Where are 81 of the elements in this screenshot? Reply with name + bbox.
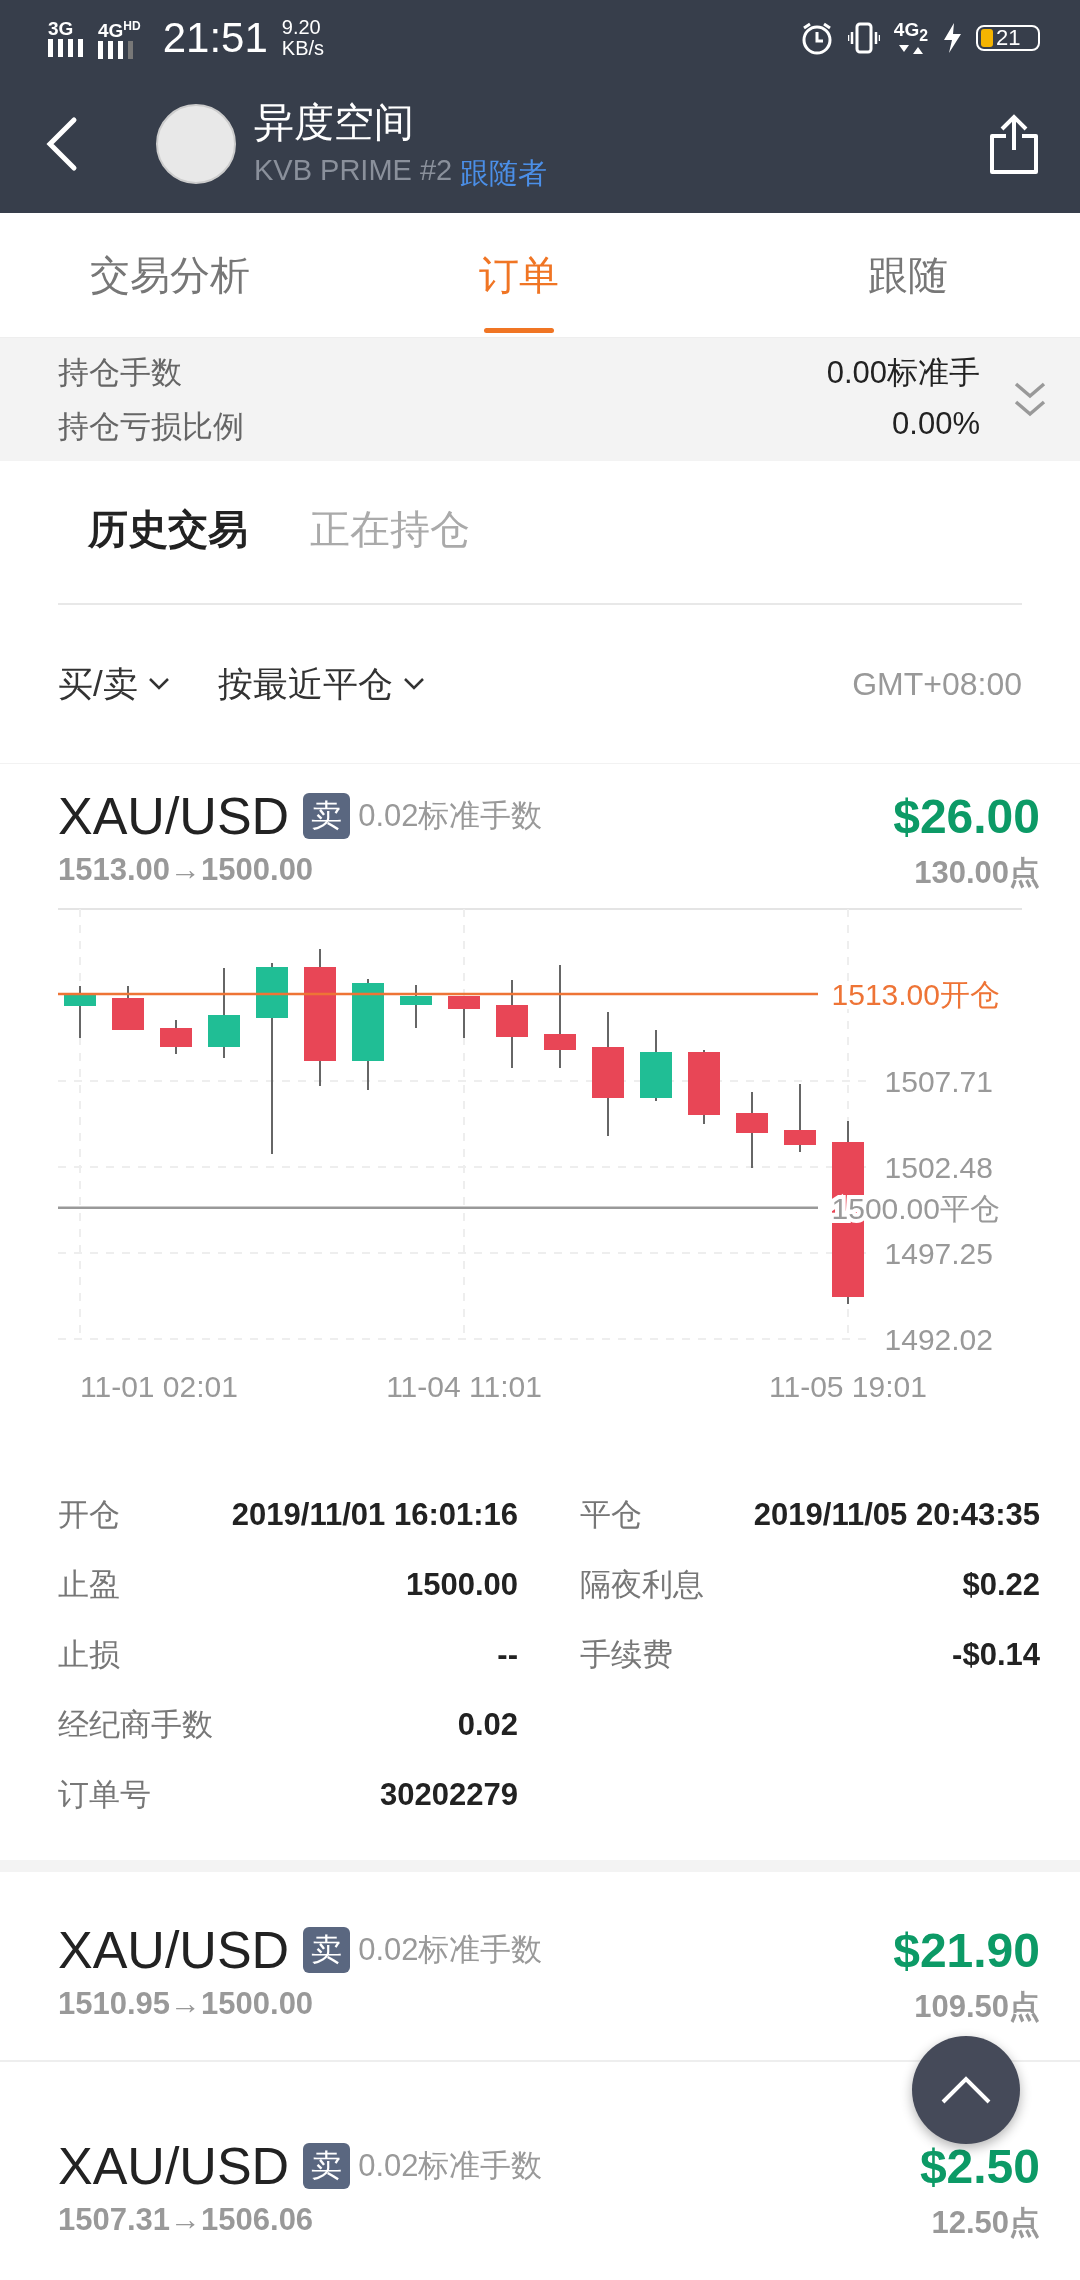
candlestick <box>160 1019 192 1055</box>
symbol: XAU/USD <box>58 2136 290 2196</box>
summary-value: 0.00标准手 <box>826 353 980 392</box>
detail-value: 0.02 <box>457 1706 518 1744</box>
candlestick <box>784 1083 816 1153</box>
network-type: 3G <box>48 18 74 39</box>
detail-label: 隔夜利息 <box>580 1566 704 1604</box>
detail-value: 2019/11/01 16:01:16 <box>231 1496 518 1534</box>
tab[interactable]: 订单 <box>376 213 662 337</box>
reference-label: 1513.00开仓 <box>831 978 1000 1011</box>
detail-value: 1500.00 <box>405 1566 518 1604</box>
points-value: 12.50点 <box>931 2204 1040 2242</box>
points-value: 109.50点 <box>914 1988 1040 2026</box>
tab[interactable]: 跟随 <box>662 213 1080 337</box>
speed-unit: KB/s <box>281 37 325 59</box>
axis-label: 1507.71 <box>884 1065 993 1098</box>
summary-label: 持仓手数 <box>58 353 182 392</box>
lot-size: 0.02标准手数 <box>358 1931 543 1969</box>
role-label: 跟随者 <box>460 155 548 191</box>
battery-level: 21 <box>996 24 1021 51</box>
price-range: 1513.00→1500.00 <box>58 852 314 889</box>
network-speed: 9.20 <box>281 16 322 38</box>
detail-label: 订单号 <box>58 1776 151 1814</box>
tab[interactable]: 交易分析 <box>0 213 376 337</box>
detail-label: 止损 <box>58 1636 120 1674</box>
side-badge: 卖 <box>303 2143 351 2189</box>
axis-label: 11-01 02:01 <box>80 1370 238 1403</box>
candlestick <box>64 985 96 1039</box>
symbol: XAU/USD <box>58 786 290 846</box>
detail-value: -$0.14 <box>952 1636 1040 1674</box>
tab[interactable]: 正在持仓 <box>310 501 470 557</box>
side-badge: 卖 <box>303 1927 351 1973</box>
axis-label: 11-05 19:01 <box>769 1370 927 1403</box>
scroll-top-button[interactable] <box>912 2036 1020 2144</box>
clock-time: 21:51 <box>162 13 268 62</box>
caret-icon <box>147 677 170 691</box>
symbol: XAU/USD <box>58 1920 290 1980</box>
axis-label: 11-04 11:01 <box>386 1370 542 1403</box>
price-range: 1507.31→1506.06 <box>58 2202 314 2239</box>
vibrate-icon <box>847 21 880 54</box>
share-icon[interactable] <box>988 114 1040 174</box>
detail-value: 2019/11/05 20:43:35 <box>753 1496 1040 1534</box>
candlestick <box>448 995 480 1039</box>
caret-icon <box>402 677 425 691</box>
signal-icon <box>48 38 84 57</box>
detail-label: 经纪商手数 <box>58 1706 213 1744</box>
tab[interactable]: 历史交易 <box>88 501 248 557</box>
battery-fill-icon <box>981 28 993 47</box>
network-type: 4G$^{HD}$ <box>98 17 141 42</box>
price-range: 1510.95→1500.00 <box>58 1986 314 2023</box>
axis-label: 1502.48 <box>884 1151 993 1184</box>
lot-size: 0.02标准手数 <box>358 797 543 835</box>
chevron-up-icon <box>940 2075 992 2105</box>
candlestick <box>112 985 144 1031</box>
profit-amount: $26.00 <box>893 788 1040 844</box>
detail-label: 开仓 <box>58 1496 120 1534</box>
filter-dropdown[interactable]: 按最近平仓 <box>217 660 425 708</box>
detail-label: 止盈 <box>58 1566 120 1604</box>
detail-label: 手续费 <box>580 1636 673 1674</box>
account-name: KVB PRIME #2 <box>254 153 453 188</box>
signal-icon <box>98 41 134 60</box>
lot-size: 0.02标准手数 <box>358 2147 543 2185</box>
user-name: 异度空间 <box>254 98 415 146</box>
charging-icon <box>942 22 962 53</box>
points-value: 130.00点 <box>914 854 1040 892</box>
axis-label: 1492.02 <box>884 1323 993 1356</box>
data-arrows-icon <box>896 45 925 56</box>
timezone-label: GMT+08:00 <box>852 665 1022 703</box>
network-type: 4G$_{2}$ <box>893 19 928 46</box>
side-badge: 卖 <box>303 793 351 839</box>
summary-label: 持仓亏损比例 <box>58 407 244 446</box>
profit-amount: $21.90 <box>893 1922 1040 1978</box>
axis-label: 1497.25 <box>884 1237 993 1270</box>
detail-value: $0.22 <box>962 1566 1040 1604</box>
profit-amount: $2.50 <box>919 2138 1040 2194</box>
filter-dropdown[interactable]: 买/卖 <box>58 660 170 708</box>
detail-value: 30202279 <box>380 1776 518 1814</box>
detail-value: -- <box>497 1636 518 1674</box>
summary-value: 0.00% <box>892 405 980 443</box>
detail-label: 平仓 <box>580 1496 642 1534</box>
candlestick <box>400 984 432 1029</box>
